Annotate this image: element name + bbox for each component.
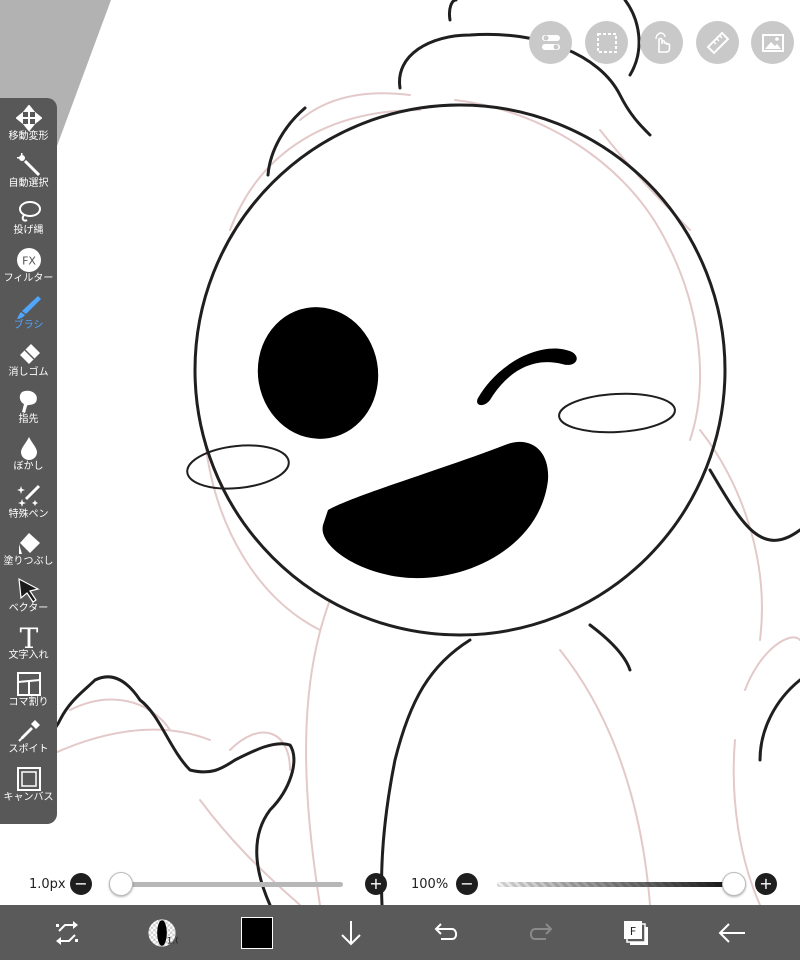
download-button[interactable] bbox=[335, 905, 367, 960]
tool-smudge[interactable]: 指先 bbox=[0, 381, 57, 428]
tool-blur[interactable]: ぼかし bbox=[0, 428, 57, 475]
tool-filter[interactable]: FX フィルター bbox=[0, 240, 57, 287]
lasso-icon bbox=[15, 198, 43, 226]
ruler-icon bbox=[706, 31, 729, 54]
move-transform-icon bbox=[15, 104, 43, 132]
ruler-button[interactable] bbox=[696, 21, 739, 64]
tool-label: 自動選択 bbox=[8, 178, 49, 190]
tool-label: 指先 bbox=[18, 414, 39, 426]
brush-size-decrease-button[interactable]: − bbox=[70, 873, 92, 895]
text-tool-glyph: T bbox=[19, 624, 38, 650]
minus-icon: − bbox=[460, 874, 474, 893]
tool-label: 塗りつぶし bbox=[3, 555, 54, 567]
toggle-button[interactable] bbox=[529, 21, 572, 64]
fill-bucket-icon bbox=[15, 529, 43, 557]
tool-panel: 移動変形 自動選択 投げ縄 FX フィルター ブラシ 消しゴム 指先 ぼかし 特… bbox=[0, 98, 57, 824]
smudge-finger-icon bbox=[15, 387, 43, 415]
touch-gesture-button[interactable] bbox=[640, 21, 683, 64]
tool-vector[interactable]: ベクター bbox=[0, 570, 57, 617]
artwork bbox=[0, 0, 800, 905]
tool-lasso[interactable]: 投げ縄 bbox=[0, 192, 57, 239]
canvas-icon bbox=[15, 765, 43, 793]
transform-button[interactable] bbox=[49, 905, 85, 960]
drawing-canvas[interactable] bbox=[0, 0, 800, 905]
color-swatch bbox=[241, 916, 273, 949]
brush-size-track[interactable] bbox=[120, 882, 343, 887]
tool-eraser[interactable]: 消しゴム bbox=[0, 334, 57, 381]
back-arrow-icon bbox=[718, 922, 745, 943]
tool-label: ブラシ bbox=[13, 319, 44, 331]
fx-text: FX bbox=[22, 254, 36, 267]
tool-label: 消しゴム bbox=[8, 366, 49, 378]
selection-icon bbox=[596, 32, 617, 53]
magic-wand-icon bbox=[15, 151, 43, 179]
eyedropper-icon bbox=[15, 717, 43, 745]
brush-size-preview-button[interactable]: 1.0 bbox=[142, 905, 182, 960]
plus-icon: + bbox=[369, 874, 383, 893]
tool-label: 移動変形 bbox=[8, 131, 49, 142]
brush-preview-value: 1.0 bbox=[167, 936, 178, 946]
brush-size-knob[interactable] bbox=[109, 872, 133, 896]
frame-divider-icon bbox=[15, 670, 43, 698]
opacity-increase-button[interactable]: + bbox=[755, 873, 777, 895]
brush-size-preview-icon: 1.0 bbox=[148, 918, 178, 947]
tool-text[interactable]: T 文字入れ bbox=[0, 617, 57, 664]
brush-icon bbox=[15, 293, 43, 321]
undo-icon bbox=[434, 922, 458, 940]
vector-cursor-icon bbox=[15, 576, 43, 604]
redo-button[interactable] bbox=[525, 905, 557, 960]
image-icon bbox=[761, 33, 784, 52]
tool-magic-wand[interactable]: 自動選択 bbox=[0, 145, 57, 192]
image-button[interactable] bbox=[751, 21, 794, 64]
tool-eyedropper[interactable]: スポイト bbox=[0, 711, 57, 758]
layers-icon: F bbox=[624, 920, 648, 945]
redo-icon bbox=[529, 922, 553, 940]
undo-button[interactable] bbox=[430, 905, 462, 960]
plus-icon: + bbox=[759, 874, 773, 893]
opacity-value: 100% bbox=[411, 877, 449, 892]
tool-label: フィルター bbox=[3, 272, 54, 284]
layers-button[interactable]: F bbox=[620, 905, 652, 960]
brush-size-value: 1.0px bbox=[29, 877, 66, 892]
brush-size-increase-button[interactable]: + bbox=[365, 873, 387, 895]
toggle-icon bbox=[541, 34, 560, 50]
back-button[interactable] bbox=[714, 905, 750, 960]
tool-fill[interactable]: 塗りつぶし bbox=[0, 523, 57, 570]
opacity-knob[interactable] bbox=[722, 872, 746, 896]
download-arrow-icon bbox=[341, 920, 361, 945]
tool-label: 文字入れ bbox=[8, 650, 49, 662]
tool-brush[interactable]: ブラシ bbox=[0, 287, 57, 334]
tool-label: ぼかし bbox=[13, 461, 44, 473]
tool-special-pen[interactable]: 特殊ペン bbox=[0, 476, 57, 523]
layer-badge: F bbox=[630, 925, 636, 938]
text-icon: T bbox=[15, 623, 43, 651]
tool-frame-divider[interactable]: コマ割り bbox=[0, 664, 57, 711]
tool-label: キャンバス bbox=[3, 791, 54, 803]
tool-label: スポイト bbox=[8, 744, 49, 756]
tool-move-transform[interactable]: 移動変形 bbox=[0, 98, 57, 145]
tool-canvas[interactable]: キャンバス bbox=[0, 759, 57, 806]
opacity-decrease-button[interactable]: − bbox=[456, 873, 478, 895]
opacity-track[interactable] bbox=[497, 882, 733, 887]
fx-filter-icon: FX bbox=[15, 246, 43, 274]
eraser-icon bbox=[15, 340, 43, 368]
touch-gesture-icon bbox=[654, 31, 670, 53]
blur-drop-icon bbox=[15, 434, 43, 462]
bottom-bar: 1.0 F bbox=[0, 905, 800, 960]
special-pen-icon bbox=[15, 482, 43, 510]
tool-label: ベクター bbox=[8, 602, 49, 614]
minus-icon: − bbox=[74, 874, 88, 893]
tool-label: 投げ縄 bbox=[13, 225, 44, 237]
selection-button[interactable] bbox=[585, 21, 628, 64]
tool-label: 特殊ペン bbox=[8, 508, 49, 520]
transform-arrows-icon bbox=[56, 920, 78, 945]
color-swatch-button[interactable] bbox=[240, 905, 274, 960]
brush-slider-row: 1.0px − + 100% − + bbox=[0, 868, 800, 900]
tool-label: コマ割り bbox=[8, 697, 49, 709]
